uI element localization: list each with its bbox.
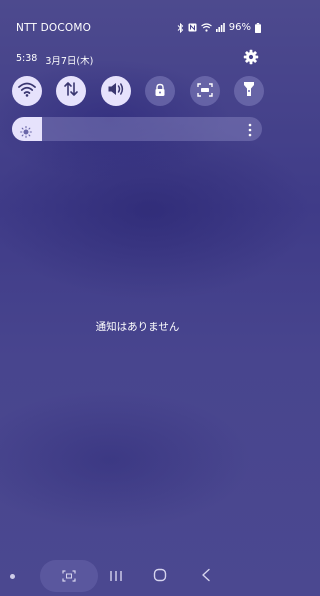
no-notifications-text: 通知はありません [95, 321, 180, 333]
media-output-icon [62, 567, 76, 586]
clock-time[interactable]: 5:38 [16, 53, 37, 67]
secure-folder-toggle[interactable] [145, 76, 176, 106]
flashlight-toggle[interactable] [233, 76, 264, 106]
recent-apps-icon [109, 567, 123, 586]
home-button[interactable] [152, 568, 168, 584]
nfc-icon [188, 23, 197, 32]
wifi-toggle[interactable] [12, 76, 42, 106]
datetime: 5:38 3月7日(木) [16, 53, 93, 67]
sound-icon [107, 81, 125, 101]
screen-capture-toggle[interactable] [189, 76, 220, 106]
brightness-sun-icon [20, 123, 32, 138]
signal-icon [215, 23, 225, 32]
dot-indicator-icon [10, 574, 15, 579]
secure-folder-icon [153, 82, 167, 101]
mobile-data-toggle[interactable] [56, 76, 87, 106]
wifi-icon [18, 82, 36, 101]
brightness-slider[interactable] [12, 117, 262, 141]
bluetooth-icon [177, 22, 184, 33]
mobile-data-icon [63, 81, 79, 101]
status-icons: 96% [177, 22, 261, 33]
quick-settings-row [12, 76, 264, 106]
screen-capture-icon [196, 82, 213, 101]
home-icon [153, 567, 167, 586]
navigation-bar [0, 552, 275, 596]
media-output-button[interactable] [40, 560, 98, 592]
recent-apps-button[interactable] [108, 568, 124, 584]
back-button[interactable] [198, 568, 214, 584]
battery-percent: 96% [228, 22, 251, 33]
wifi-icon [200, 23, 212, 32]
gear-icon[interactable] [243, 49, 259, 65]
back-icon [200, 567, 212, 586]
battery-icon [255, 22, 261, 33]
carrier-name: NTT DOCOMO [16, 22, 92, 34]
more-options-icon[interactable] [248, 122, 252, 137]
clock-date[interactable]: 3月7日(木) [45, 53, 93, 67]
flashlight-icon [243, 81, 255, 101]
sound-toggle[interactable] [100, 76, 131, 106]
